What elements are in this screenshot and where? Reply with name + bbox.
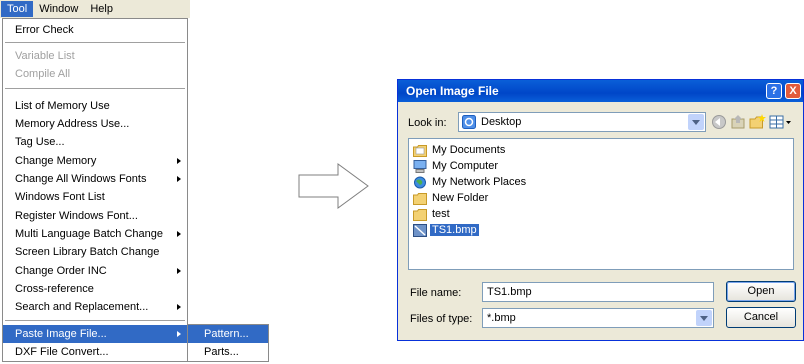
tool-menu: Error Check Variable List Compile All Li…: [2, 18, 188, 362]
menu-item-list-of-memory-use[interactable]: List of Memory Use: [3, 97, 187, 115]
up-folder-icon[interactable]: [730, 114, 748, 130]
menu-item-change-all-windows-fonts[interactable]: Change All Windows Fonts: [3, 170, 187, 188]
menu-item-change-order-inc[interactable]: Change Order INC: [3, 262, 187, 280]
menu-separator: [5, 320, 185, 321]
list-item-my-network-places[interactable]: My Network Places: [413, 174, 528, 190]
submenu-item-pattern[interactable]: Pattern...: [188, 325, 268, 343]
file-name-input[interactable]: TS1.bmp: [482, 282, 714, 302]
menu-separator: [5, 42, 185, 43]
look-in-label: Look in:: [408, 117, 447, 129]
list-item-my-documents[interactable]: My Documents: [413, 142, 507, 158]
menu-help[interactable]: Help: [84, 1, 119, 17]
list-item-ts1-bmp[interactable]: TS1.bmp: [413, 222, 479, 238]
look-in-dropdown[interactable]: Desktop: [458, 112, 706, 132]
menu-tool[interactable]: Tool: [1, 1, 34, 17]
bitmap-file-icon: [413, 223, 427, 237]
back-icon[interactable]: [711, 114, 729, 130]
open-image-file-dialog: Open Image File ? X Look in: Desktop My …: [397, 79, 804, 341]
submenu-arrow-icon: [177, 231, 181, 237]
list-item-test[interactable]: test: [413, 206, 452, 222]
open-button[interactable]: Open: [726, 281, 796, 302]
folder-icon: [413, 208, 427, 221]
submenu-item-parts[interactable]: Parts...: [188, 343, 268, 361]
submenu-arrow-icon: [177, 331, 181, 337]
menu-item-paste-image-file[interactable]: Paste Image File...: [3, 325, 187, 343]
dialog-title: Open Image File: [406, 84, 499, 98]
submenu-arrow-icon: [177, 268, 181, 274]
menu-separator: [5, 88, 185, 89]
menu-item-compile-all: Compile All: [15, 68, 71, 80]
menu-item-change-memory[interactable]: Change Memory: [3, 152, 187, 170]
close-button[interactable]: X: [785, 83, 801, 99]
menu-window[interactable]: Window: [33, 1, 84, 17]
desktop-icon: [462, 115, 476, 129]
my-computer-icon: [413, 159, 427, 173]
chevron-down-icon[interactable]: [688, 114, 704, 130]
my-documents-icon: [413, 144, 427, 157]
menu-item-windows-font-list[interactable]: Windows Font List: [3, 188, 187, 206]
chevron-down-icon[interactable]: [696, 310, 712, 326]
look-in-value: Desktop: [481, 116, 522, 128]
paste-image-submenu: Pattern... Parts...: [187, 324, 269, 362]
dialog-titlebar: Open Image File ? X: [398, 80, 803, 102]
network-places-icon: [414, 176, 426, 188]
menu-item-multi-language-batch-change[interactable]: Multi Language Batch Change: [3, 225, 187, 243]
list-item-new-folder[interactable]: New Folder: [413, 190, 490, 206]
menu-item-cross-reference[interactable]: Cross-reference: [3, 280, 187, 298]
file-list[interactable]: My Documents My Computer My Network Plac…: [408, 138, 794, 270]
menu-item-error-check[interactable]: Error Check: [3, 21, 187, 39]
submenu-arrow-icon: [177, 176, 181, 182]
view-menu-icon[interactable]: [769, 114, 793, 130]
file-type-value: *.bmp: [487, 312, 516, 324]
list-item-my-computer[interactable]: My Computer: [413, 158, 500, 174]
menu-item-register-windows-font[interactable]: Register Windows Font...: [3, 207, 187, 225]
submenu-arrow-icon: [177, 304, 181, 310]
file-type-dropdown[interactable]: *.bmp: [482, 308, 714, 328]
menu-item-tag-use[interactable]: Tag Use...: [3, 133, 187, 151]
help-button[interactable]: ?: [766, 83, 782, 99]
new-folder-icon[interactable]: [749, 114, 767, 130]
menu-item-variable-list: Variable List: [15, 50, 75, 62]
menu-item-search-and-replacement[interactable]: Search and Replacement...: [3, 298, 187, 316]
file-type-label: Files of type:: [410, 313, 473, 325]
menu-item-screen-library-batch-change[interactable]: Screen Library Batch Change: [3, 243, 187, 261]
menu-item-memory-address-use[interactable]: Memory Address Use...: [3, 115, 187, 133]
folder-icon: [413, 192, 427, 205]
cancel-button[interactable]: Cancel: [726, 307, 796, 328]
menu-item-dxf-file-convert[interactable]: DXF File Convert...: [3, 343, 187, 361]
right-arrow-icon: [298, 163, 369, 209]
menu-bar: Tool Window Help: [0, 0, 190, 18]
submenu-arrow-icon: [177, 158, 181, 164]
file-name-label: File name:: [410, 287, 462, 299]
